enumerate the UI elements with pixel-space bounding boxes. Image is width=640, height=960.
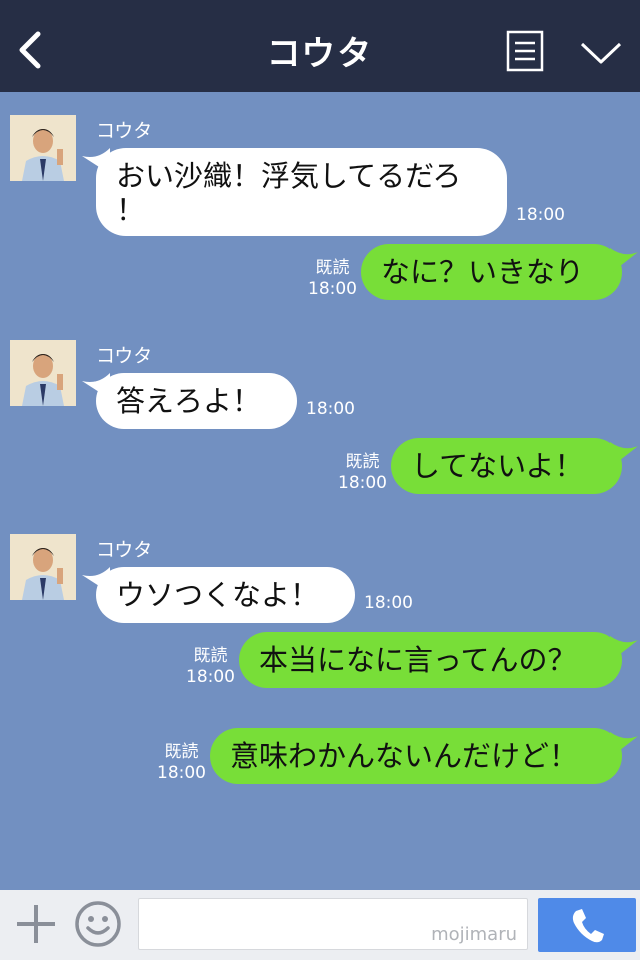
avatar[interactable]	[10, 534, 76, 600]
person-icon	[10, 534, 76, 600]
emoji-icon[interactable]	[74, 900, 122, 948]
bubble-tail	[610, 248, 638, 274]
read-status: 既読 18:00	[186, 646, 235, 687]
message-text: 本当になに言ってんの？	[259, 643, 577, 677]
call-button[interactable]	[538, 898, 636, 952]
message-text-continued: ！	[116, 193, 146, 227]
message-time: 18:00	[364, 593, 413, 613]
sender-name: コウタ	[96, 539, 153, 561]
message-text: ウソつくなよ！	[116, 578, 320, 612]
avatar[interactable]	[10, 340, 76, 406]
message-text: なに？いきなり	[381, 255, 585, 289]
bubble-tail	[610, 442, 638, 468]
message-text: おい沙織！浮気してるだろ	[116, 159, 462, 193]
sender-name: コウタ	[96, 120, 153, 142]
message-bubble: おい沙織！浮気してるだろ ！	[96, 148, 507, 236]
person-icon	[10, 115, 76, 181]
watermark: mojimaru	[431, 924, 517, 945]
message-input[interactable]: mojimaru	[138, 898, 528, 950]
menu-icon[interactable]	[506, 30, 544, 72]
message-bubble: ウソつくなよ！	[96, 567, 355, 623]
bubble-tail	[610, 732, 638, 758]
message-bubble: してないよ！	[391, 438, 622, 494]
bubble-tail	[610, 636, 638, 662]
message-text: してないよ！	[411, 449, 584, 483]
message-time: 18:00	[306, 399, 355, 419]
read-status: 既読 18:00	[157, 742, 206, 783]
message-time: 18:00	[516, 205, 565, 225]
message-bubble: 答えろよ！	[96, 373, 297, 429]
person-icon	[10, 340, 76, 406]
phone-icon	[572, 909, 604, 943]
message-bubble: 本当になに言ってんの？	[239, 632, 622, 688]
plus-icon[interactable]	[14, 902, 58, 946]
chevron-down-icon[interactable]	[578, 38, 624, 68]
read-status: 既読 18:00	[338, 452, 387, 493]
sender-name: コウタ	[96, 345, 153, 367]
message-bubble: 意味わかんないんだけど！	[210, 728, 622, 784]
avatar[interactable]	[10, 115, 76, 181]
message-text: 答えろよ！	[116, 384, 262, 418]
message-text: 意味わかんないんだけど！	[230, 739, 579, 773]
message-bubble: なに？いきなり	[361, 244, 622, 300]
chat-title: コウタ	[266, 34, 374, 74]
read-status: 既読 18:00	[308, 258, 357, 299]
